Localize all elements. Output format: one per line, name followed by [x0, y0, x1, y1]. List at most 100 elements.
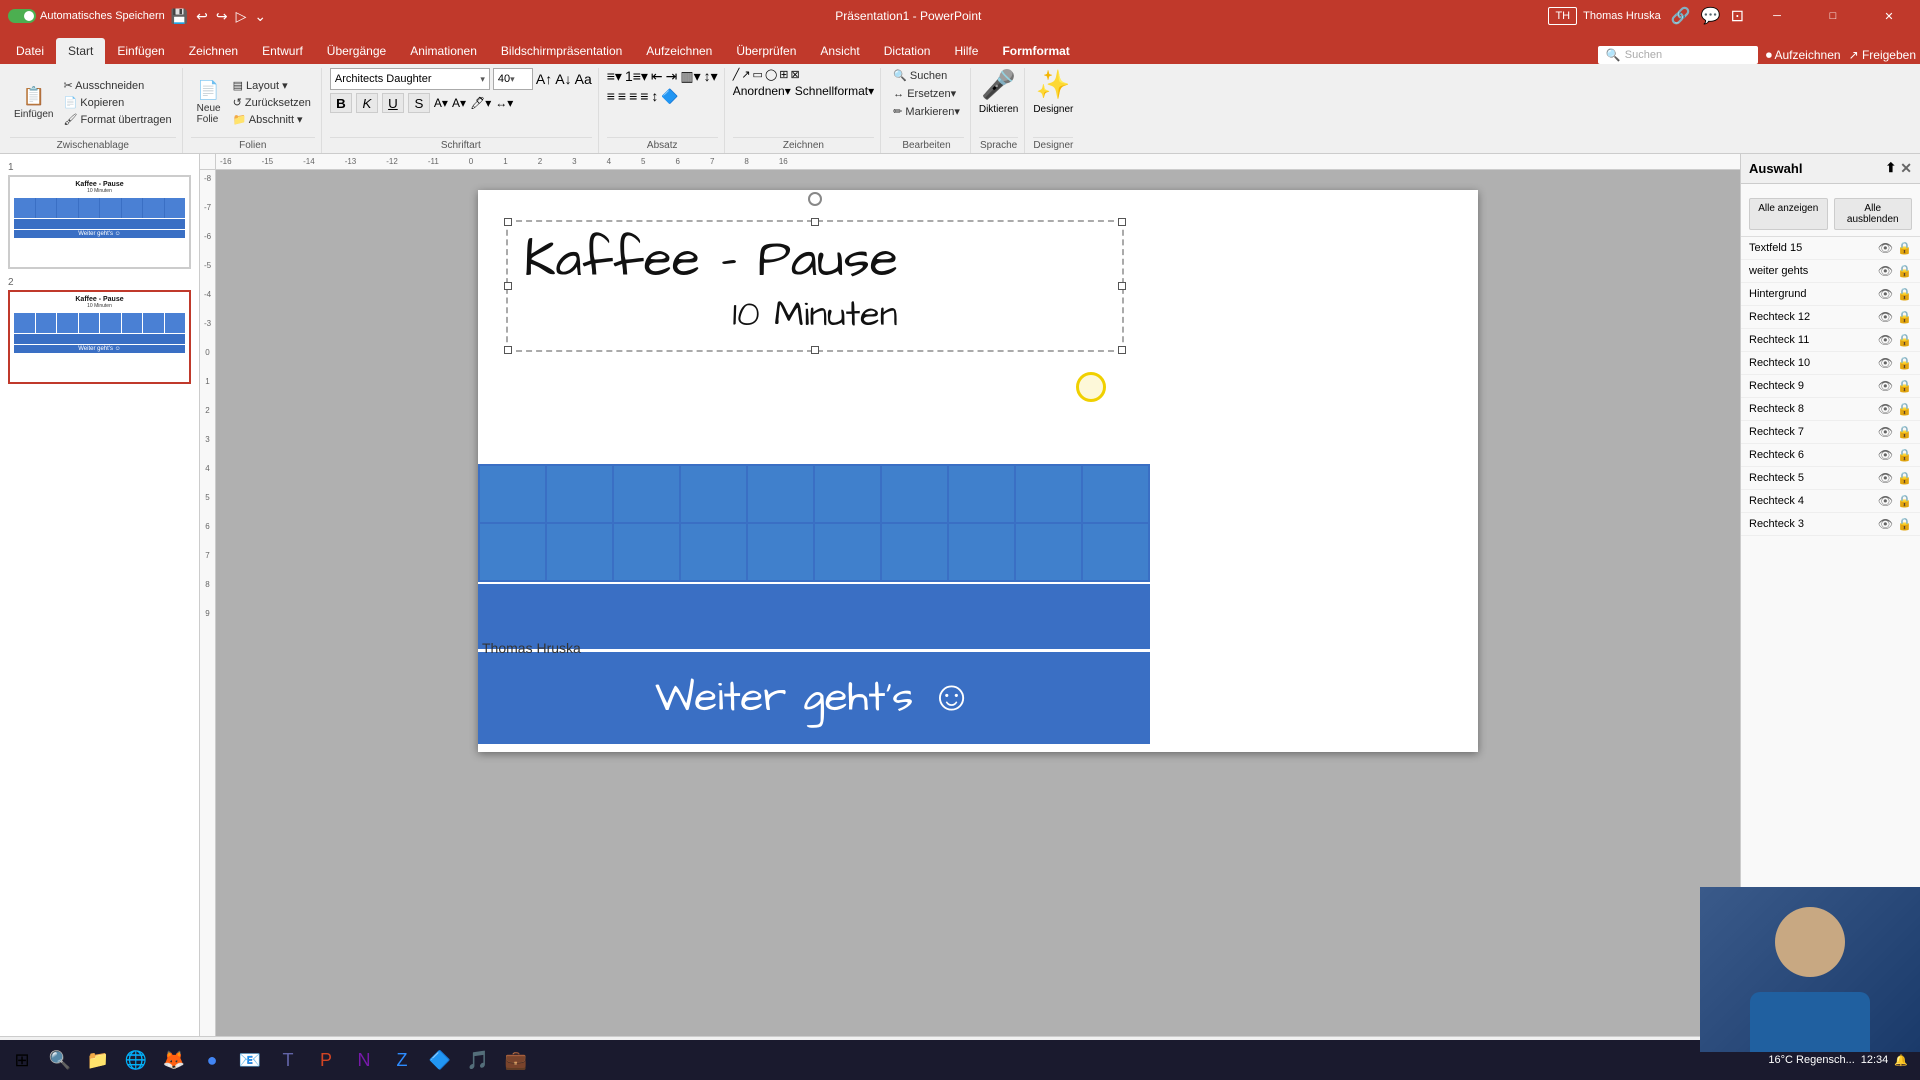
shape-arrange[interactable]: ⊠: [790, 68, 799, 81]
blue-bottom-rect[interactable]: Weiter geht's ☺: [478, 652, 1150, 744]
taskbar-firefox[interactable]: 🦊: [156, 1042, 192, 1078]
blue-grid-rect[interactable]: [478, 464, 1150, 582]
taskbar-teams[interactable]: T: [270, 1042, 306, 1078]
share-btn[interactable]: ↗ Freigeben: [1849, 48, 1916, 62]
maximize-button[interactable]: □: [1810, 0, 1856, 32]
visibility-icon-0[interactable]: 👁: [1878, 241, 1893, 255]
taskbar-app1[interactable]: 🔷: [422, 1042, 458, 1078]
font-size-selector[interactable]: 40 ▾: [493, 68, 533, 90]
tab-entwurf[interactable]: Entwurf: [250, 38, 315, 64]
present-btn[interactable]: ⊡: [1731, 6, 1744, 26]
comments-icon[interactable]: 💬: [1701, 6, 1721, 26]
layout-button[interactable]: ▤ Layout ▾: [229, 78, 315, 93]
taskbar-edge[interactable]: 🌐: [118, 1042, 154, 1078]
align-justify-btn[interactable]: ≡: [640, 88, 648, 105]
shape-oval[interactable]: ◯: [765, 68, 777, 81]
tab-uebergaenge[interactable]: Übergänge: [315, 38, 398, 64]
copy-button[interactable]: 📄 Kopieren: [59, 95, 175, 110]
tab-formformat[interactable]: Formformat: [990, 38, 1081, 64]
lock-icon-10[interactable]: 🔒: [1897, 471, 1912, 485]
panel-item-1[interactable]: weiter gehts 👁 🔒: [1741, 260, 1920, 283]
panel-item-9[interactable]: Rechteck 6 👁 🔒: [1741, 444, 1920, 467]
visibility-icon-6[interactable]: 👁: [1878, 379, 1893, 393]
line-spacing-btn[interactable]: ↕▾: [704, 68, 718, 85]
record-btn[interactable]: ⏺ Aufzeichnen: [1766, 48, 1841, 63]
lock-icon-12[interactable]: 🔒: [1897, 517, 1912, 531]
italic-button[interactable]: K: [356, 93, 378, 113]
format-copy-button[interactable]: 🖌 Format übertragen: [59, 112, 175, 127]
visibility-icon-8[interactable]: 👁: [1878, 425, 1893, 439]
list-number-btn[interactable]: 1≡▾: [625, 68, 648, 85]
panel-item-5[interactable]: Rechteck 10 👁 🔒: [1741, 352, 1920, 375]
ersetzen-button[interactable]: ↔ Ersetzen▾: [889, 86, 964, 101]
slide-canvas[interactable]: Kaffee - Pause 10 Minuten: [478, 190, 1478, 752]
arrange-btn[interactable]: Anordnen▾: [733, 84, 791, 98]
handle-mr[interactable]: [1118, 282, 1126, 290]
lock-icon-4[interactable]: 🔒: [1897, 333, 1912, 347]
tab-hilfe[interactable]: Hilfe: [942, 38, 990, 64]
shapes-more[interactable]: ⊞: [779, 68, 788, 81]
align-left-btn[interactable]: ≡: [607, 88, 615, 105]
taskbar-files[interactable]: 📁: [80, 1042, 116, 1078]
search-box[interactable]: 🔍 Suchen: [1598, 46, 1758, 64]
paste-button[interactable]: 📋 Einfügen: [10, 73, 57, 133]
taskbar-mail[interactable]: 📧: [232, 1042, 268, 1078]
visibility-icon-1[interactable]: 👁: [1878, 264, 1893, 278]
columns-btn[interactable]: ▥▾: [680, 68, 700, 85]
taskbar-powerpoint[interactable]: P: [308, 1042, 344, 1078]
taskbar-zoom[interactable]: Z: [384, 1042, 420, 1078]
shape-arrow[interactable]: ↗: [741, 68, 750, 81]
quick-styles-btn[interactable]: Schnellformat▾: [795, 84, 874, 98]
visibility-icon-11[interactable]: 👁: [1878, 494, 1893, 508]
strikethrough-button[interactable]: S: [408, 93, 430, 113]
taskbar-chrome[interactable]: ●: [194, 1042, 230, 1078]
panel-item-2[interactable]: Hintergrund 👁 🔒: [1741, 283, 1920, 306]
markieren-button[interactable]: ✏ Markieren▾: [889, 104, 964, 119]
indent-more-btn[interactable]: ⇥: [666, 68, 678, 85]
visibility-icon-4[interactable]: 👁: [1878, 333, 1893, 347]
title-selection-box[interactable]: Kaffee - Pause 10 Minuten: [506, 220, 1124, 352]
slide-2-thumbnail[interactable]: Kaffee - Pause 10 Minuten Weiter geht's …: [8, 290, 191, 384]
panel-item-11[interactable]: Rechteck 4 👁 🔒: [1741, 490, 1920, 513]
align-center-btn[interactable]: ≡: [618, 88, 626, 105]
redo-icon[interactable]: ↪: [214, 6, 230, 27]
text-direction-btn[interactable]: ↕: [651, 88, 658, 105]
panel-expand-icon[interactable]: ⬆: [1885, 160, 1896, 177]
handle-tr[interactable]: [1118, 218, 1126, 226]
panel-item-3[interactable]: Rechteck 12 👁 🔒: [1741, 306, 1920, 329]
highlight-btn[interactable]: 🖊▾: [470, 96, 491, 110]
lock-icon-1[interactable]: 🔒: [1897, 264, 1912, 278]
shape-rect[interactable]: ▭: [753, 68, 763, 81]
indent-less-btn[interactable]: ⇤: [651, 68, 663, 85]
lock-icon-7[interactable]: 🔒: [1897, 402, 1912, 416]
smartart-btn[interactable]: 🔷: [661, 88, 678, 105]
handle-tm[interactable]: [811, 218, 819, 226]
font-color-btn[interactable]: A▾: [434, 96, 448, 110]
lock-icon-3[interactable]: 🔒: [1897, 310, 1912, 324]
tab-animationen[interactable]: Animationen: [398, 38, 489, 64]
lock-icon-2[interactable]: 🔒: [1897, 287, 1912, 301]
handle-br[interactable]: [1118, 346, 1126, 354]
visibility-icon-2[interactable]: 👁: [1878, 287, 1893, 301]
taskbar-app3[interactable]: 💼: [498, 1042, 534, 1078]
font-decrease-icon[interactable]: A↓: [555, 71, 571, 87]
taskbar-notification[interactable]: 🔔: [1894, 1054, 1908, 1067]
diktieren-label[interactable]: Diktieren: [979, 104, 1018, 115]
abschnitt-button[interactable]: 📁 Abschnitt ▾: [229, 112, 315, 127]
share-icon[interactable]: 🔗: [1671, 6, 1691, 26]
tab-ansicht[interactable]: Ansicht: [808, 38, 871, 64]
tab-einfuegen[interactable]: Einfügen: [105, 38, 176, 64]
tab-aufzeichnen[interactable]: Aufzeichnen: [634, 38, 724, 64]
clear-format-icon[interactable]: Aa: [575, 71, 592, 87]
lock-icon-6[interactable]: 🔒: [1897, 379, 1912, 393]
panel-item-8[interactable]: Rechteck 7 👁 🔒: [1741, 421, 1920, 444]
designer-label[interactable]: Designer: [1033, 104, 1073, 115]
undo-icon[interactable]: ↩: [194, 6, 210, 27]
panel-close-icon[interactable]: ✕: [1900, 160, 1912, 177]
autosave-toggle[interactable]: [8, 9, 36, 23]
lock-icon-5[interactable]: 🔒: [1897, 356, 1912, 370]
present-icon[interactable]: ▷: [234, 6, 249, 27]
visibility-icon-5[interactable]: 👁: [1878, 356, 1893, 370]
panel-item-6[interactable]: Rechteck 9 👁 🔒: [1741, 375, 1920, 398]
slide-1-thumbnail[interactable]: Kaffee - Pause 10 Minuten Weiter geht's …: [8, 175, 191, 269]
